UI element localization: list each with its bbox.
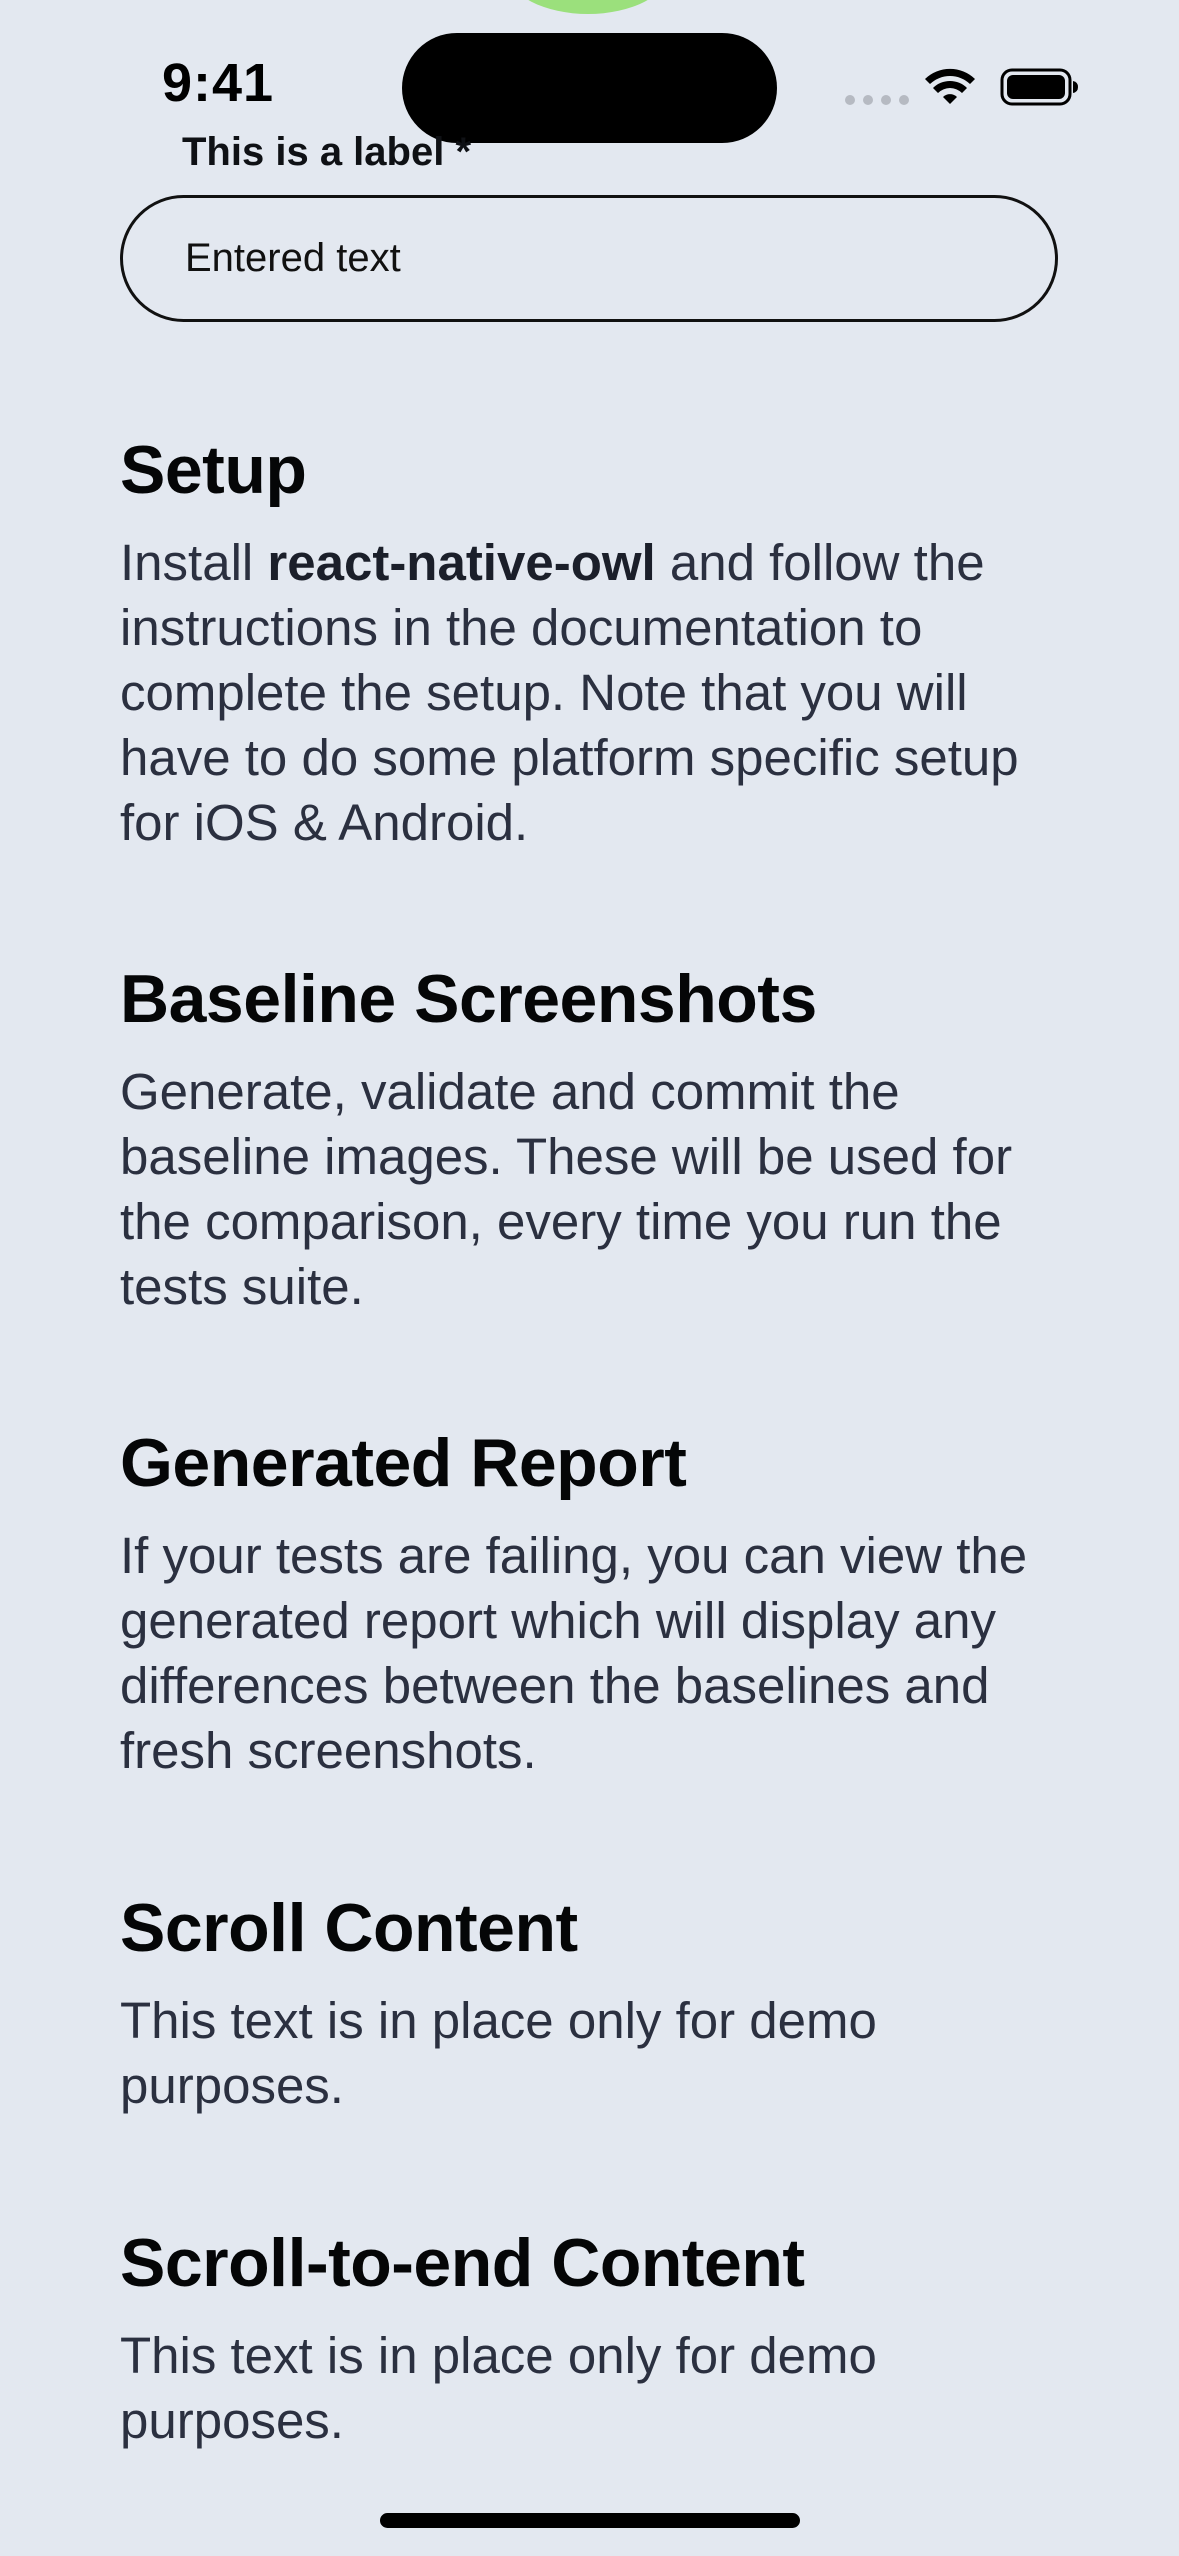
input-value[interactable]: Entered text (185, 236, 401, 281)
battery-icon (1000, 68, 1078, 106)
section-scroll-to-end-content: Scroll-to-end Content This text is in pl… (120, 2223, 1070, 2453)
section-body: If your tests are failing, you can view … (120, 1527, 1028, 1779)
home-indicator[interactable] (380, 2513, 800, 2528)
package-name: react-native-owl (267, 534, 656, 591)
section-title: Setup (120, 432, 307, 508)
section-baseline-screenshots: Baseline Screenshots Generate, validate … (120, 959, 1070, 1319)
section-body: Install react-native-owl and follow the … (120, 534, 1019, 851)
status-bar: 9:41 (0, 0, 1179, 150)
section-title: Scroll-to-end Content (120, 2225, 805, 2301)
input-label: This is a label * (182, 130, 472, 174)
section-setup: Setup Install react-native-owl and follo… (120, 430, 1070, 855)
cellular-signal-icon (845, 95, 909, 105)
section-generated-report: Generated Report If your tests are faili… (120, 1423, 1070, 1783)
section-title: Generated Report (120, 1425, 687, 1501)
section-body: Generate, validate and commit the baseli… (120, 1063, 1013, 1315)
status-time: 9:41 (162, 53, 275, 113)
wifi-icon (925, 68, 975, 104)
section-title: Baseline Screenshots (120, 961, 817, 1037)
dynamic-island (402, 33, 777, 143)
section-scroll-content: Scroll Content This text is in place onl… (120, 1888, 1070, 2118)
section-body: This text is in place only for demo purp… (120, 2327, 877, 2449)
section-body: This text is in place only for demo purp… (120, 1992, 877, 2114)
section-title: Scroll Content (120, 1890, 578, 1966)
text-input[interactable]: Entered text (120, 195, 1058, 322)
